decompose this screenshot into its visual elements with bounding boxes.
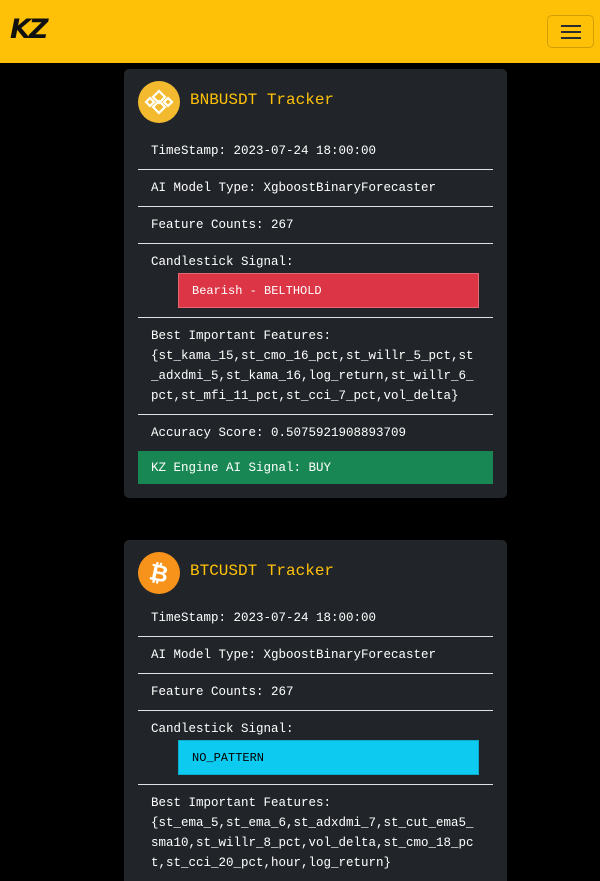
card-title: BTCUSDT Tracker	[190, 562, 335, 580]
hamburger-menu-icon	[561, 25, 581, 27]
tracker-list: TimeStamp: 2023-07-24 18:00:00 AI Model …	[138, 600, 493, 881]
important-features-label: Best Important Features:	[151, 329, 332, 343]
binance-coin-icon	[138, 81, 180, 123]
candlestick-signal-badge: NO_PATTERN	[178, 740, 479, 775]
model-type-item: AI Model Type: XgboostBinaryForecaster	[138, 637, 493, 674]
brand-text: KZ	[10, 14, 48, 45]
candlestick-signal-badge: Bearish - BELTHOLD	[178, 273, 479, 308]
tracker-card-bnbusdt: BNBUSDT Tracker TimeStamp: 2023-07-24 18…	[124, 69, 507, 498]
card-title: BNBUSDT Tracker	[190, 91, 335, 109]
candlestick-signal-item: Candlestick Signal: Bearish - BELTHOLD	[138, 244, 493, 318]
important-features-value: {st_kama_15,st_cmo_16_pct,st_willr_5_pct…	[151, 349, 474, 403]
timestamp-item: TimeStamp: 2023-07-24 18:00:00	[138, 600, 493, 637]
important-features-label: Best Important Features:	[151, 796, 332, 810]
model-type-item: AI Model Type: XgboostBinaryForecaster	[138, 170, 493, 207]
feature-counts-item: Feature Counts: 267	[138, 674, 493, 711]
brand-logo[interactable]: KZ	[10, 13, 54, 47]
card-header: ₿ BTCUSDT Tracker	[138, 552, 498, 594]
bitcoin-icon: ₿	[138, 552, 180, 594]
important-features-value: {st_ema_5,st_ema_6,st_adxdmi_7,st_cut_em…	[151, 816, 474, 870]
accuracy-score-item: Accuracy Score: 0.5075921908893709	[151, 426, 407, 440]
navbar-toggler-button[interactable]	[547, 15, 594, 48]
candlestick-signal-label: Candlestick Signal:	[151, 722, 294, 736]
tracker-card-btcusdt: ₿ BTCUSDT Tracker TimeStamp: 2023-07-24 …	[124, 540, 507, 881]
card-header: BNBUSDT Tracker	[138, 81, 498, 123]
important-features-item: Best Important Features: {st_kama_15,st_…	[138, 318, 493, 415]
navbar: KZ	[0, 0, 600, 63]
engine-signal-item: KZ Engine AI Signal: BUY	[138, 451, 493, 484]
important-features-item: Best Important Features: {st_ema_5,st_em…	[138, 785, 493, 881]
timestamp-item: TimeStamp: 2023-07-24 18:00:00	[138, 133, 493, 170]
candlestick-signal-label: Candlestick Signal:	[151, 255, 294, 269]
tracker-list: TimeStamp: 2023-07-24 18:00:00 AI Model …	[138, 133, 493, 484]
candlestick-signal-item: Candlestick Signal: NO_PATTERN	[138, 711, 493, 785]
feature-counts-item: Feature Counts: 267	[138, 207, 493, 244]
